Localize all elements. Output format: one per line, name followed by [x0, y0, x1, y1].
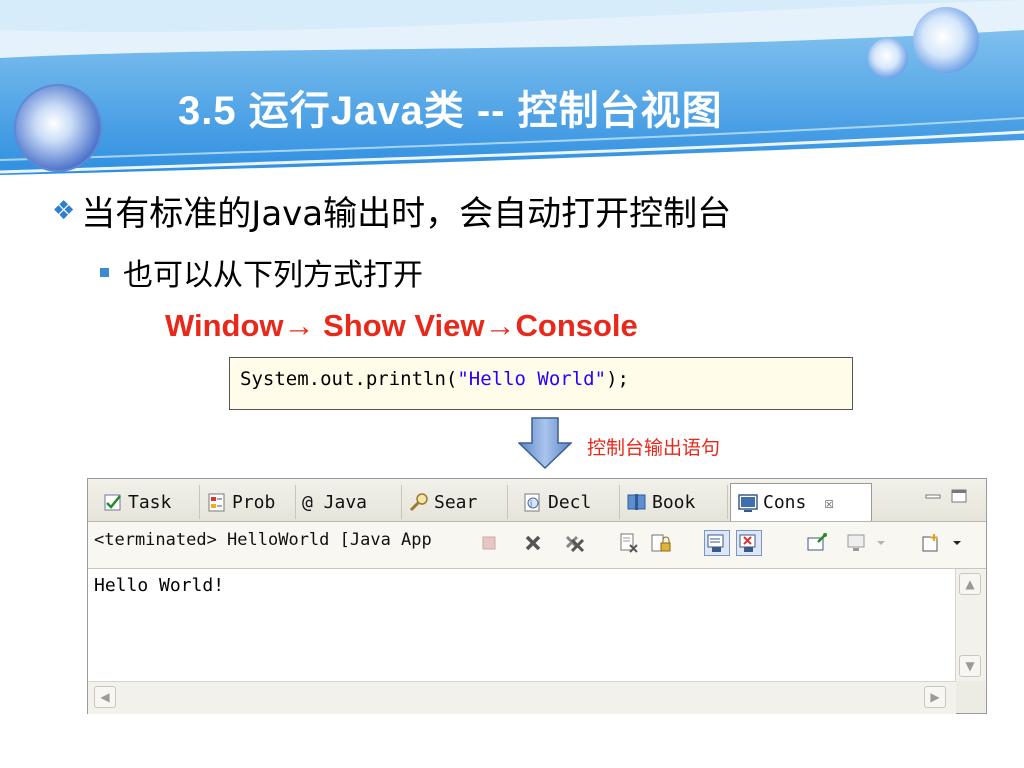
remove-all-icon	[565, 535, 585, 553]
scroll-left-icon[interactable]: ◀	[94, 686, 116, 708]
process-label: <terminated> HelloWorld [Java App	[94, 530, 432, 550]
tab-label: Decl	[548, 491, 592, 513]
view-tab-bar: Task Prob @ Java Sear j Decl Book Cons ☒	[88, 479, 986, 522]
tab-label: Task	[128, 491, 172, 513]
bullet-level2-text: 也可以从下列方式打开	[123, 258, 423, 293]
clear-console-icon	[620, 533, 638, 553]
console-output-area[interactable]: Hello World!	[88, 569, 956, 681]
console-toolbar: <terminated> HelloWorld [Java App	[88, 522, 986, 569]
console-icon	[737, 492, 759, 514]
tab-javadoc[interactable]: @ Java	[296, 485, 402, 519]
open-console-dropdown-button[interactable]	[944, 530, 970, 556]
tab-label: @ Java	[302, 491, 368, 513]
scroll-lock-button[interactable]	[648, 530, 674, 556]
tab-label: Prob	[232, 491, 276, 513]
chevron-down-icon	[877, 541, 885, 545]
vertical-scrollbar[interactable]: ▲ ▼	[955, 569, 986, 681]
declaration-icon: j	[522, 491, 544, 513]
tab-problems[interactable]: Prob	[200, 485, 296, 519]
pin-console-button[interactable]	[804, 530, 830, 556]
eclipse-console-view: Task Prob @ Java Sear j Decl Book Cons ☒…	[87, 478, 987, 714]
display-dropdown-button[interactable]	[868, 530, 894, 556]
tab-label: Cons	[763, 492, 807, 513]
tab-tasks[interactable]: Task	[96, 485, 200, 519]
scrollbar-corner	[956, 681, 986, 713]
svg-text:j: j	[529, 499, 532, 508]
remove-icon	[525, 535, 541, 551]
code-prefix: System.out.println(	[240, 368, 458, 390]
code-string: "Hello World"	[457, 368, 607, 390]
tab-label: Sear	[434, 491, 478, 513]
task-icon	[102, 491, 124, 513]
diamond-bullet-icon: ❖	[52, 195, 76, 226]
open-console-button[interactable]	[918, 530, 944, 556]
bullet-level1: ❖ 当有标准的Java输出时，会自动打开控制台	[52, 186, 731, 235]
scroll-up-icon[interactable]: ▲	[959, 573, 981, 595]
clear-console-button[interactable]	[616, 530, 642, 556]
tab-console[interactable]: Cons ☒	[730, 483, 872, 521]
code-snippet: System.out.println("Hello World");	[229, 357, 853, 410]
console-error-icon	[739, 534, 756, 552]
new-console-icon	[922, 534, 938, 552]
arrow-caption: 控制台输出语句	[587, 437, 721, 459]
bullet-level1-text: 当有标准的Java输出时，会自动打开控制台	[81, 194, 732, 234]
square-bullet-icon	[100, 267, 109, 277]
pin-icon	[807, 533, 827, 551]
menu-path-text: Window→ Show View→Console	[165, 308, 638, 343]
tab-search[interactable]: Sear	[402, 485, 508, 519]
problems-icon	[206, 491, 228, 513]
page-title: 3.5 运行Java类 -- 控制台视图	[178, 89, 723, 133]
tab-bookmarks[interactable]: Book	[620, 485, 728, 519]
chevron-down-icon	[953, 541, 961, 545]
minimize-icon[interactable]	[924, 489, 942, 503]
close-icon[interactable]: ☒	[824, 493, 834, 512]
console-output-icon	[707, 534, 724, 552]
terminate-button[interactable]	[476, 530, 502, 556]
terminate-icon	[482, 536, 496, 550]
scroll-lock-icon	[651, 534, 671, 552]
bookmarks-icon	[626, 491, 648, 513]
show-console-on-error-button[interactable]	[736, 530, 762, 556]
show-console-on-output-button[interactable]	[704, 530, 730, 556]
code-suffix: );	[606, 368, 629, 390]
tab-declaration[interactable]: j Decl	[516, 485, 620, 519]
maximize-icon[interactable]	[950, 489, 968, 503]
scroll-down-icon[interactable]: ▼	[959, 655, 981, 677]
search-icon	[408, 491, 430, 513]
bullet-level2: 也可以从下列方式打开	[100, 250, 423, 294]
console-output-text: Hello World!	[94, 575, 225, 596]
remove-all-button[interactable]	[562, 530, 588, 556]
down-arrow-icon	[518, 417, 572, 469]
monitor-icon	[847, 534, 865, 551]
tab-label: Book	[652, 491, 696, 513]
scroll-right-icon[interactable]: ▶	[924, 686, 946, 708]
display-console-button[interactable]	[844, 530, 870, 556]
horizontal-scrollbar[interactable]: ◀ ▶	[88, 681, 956, 714]
remove-launch-button[interactable]	[520, 530, 546, 556]
